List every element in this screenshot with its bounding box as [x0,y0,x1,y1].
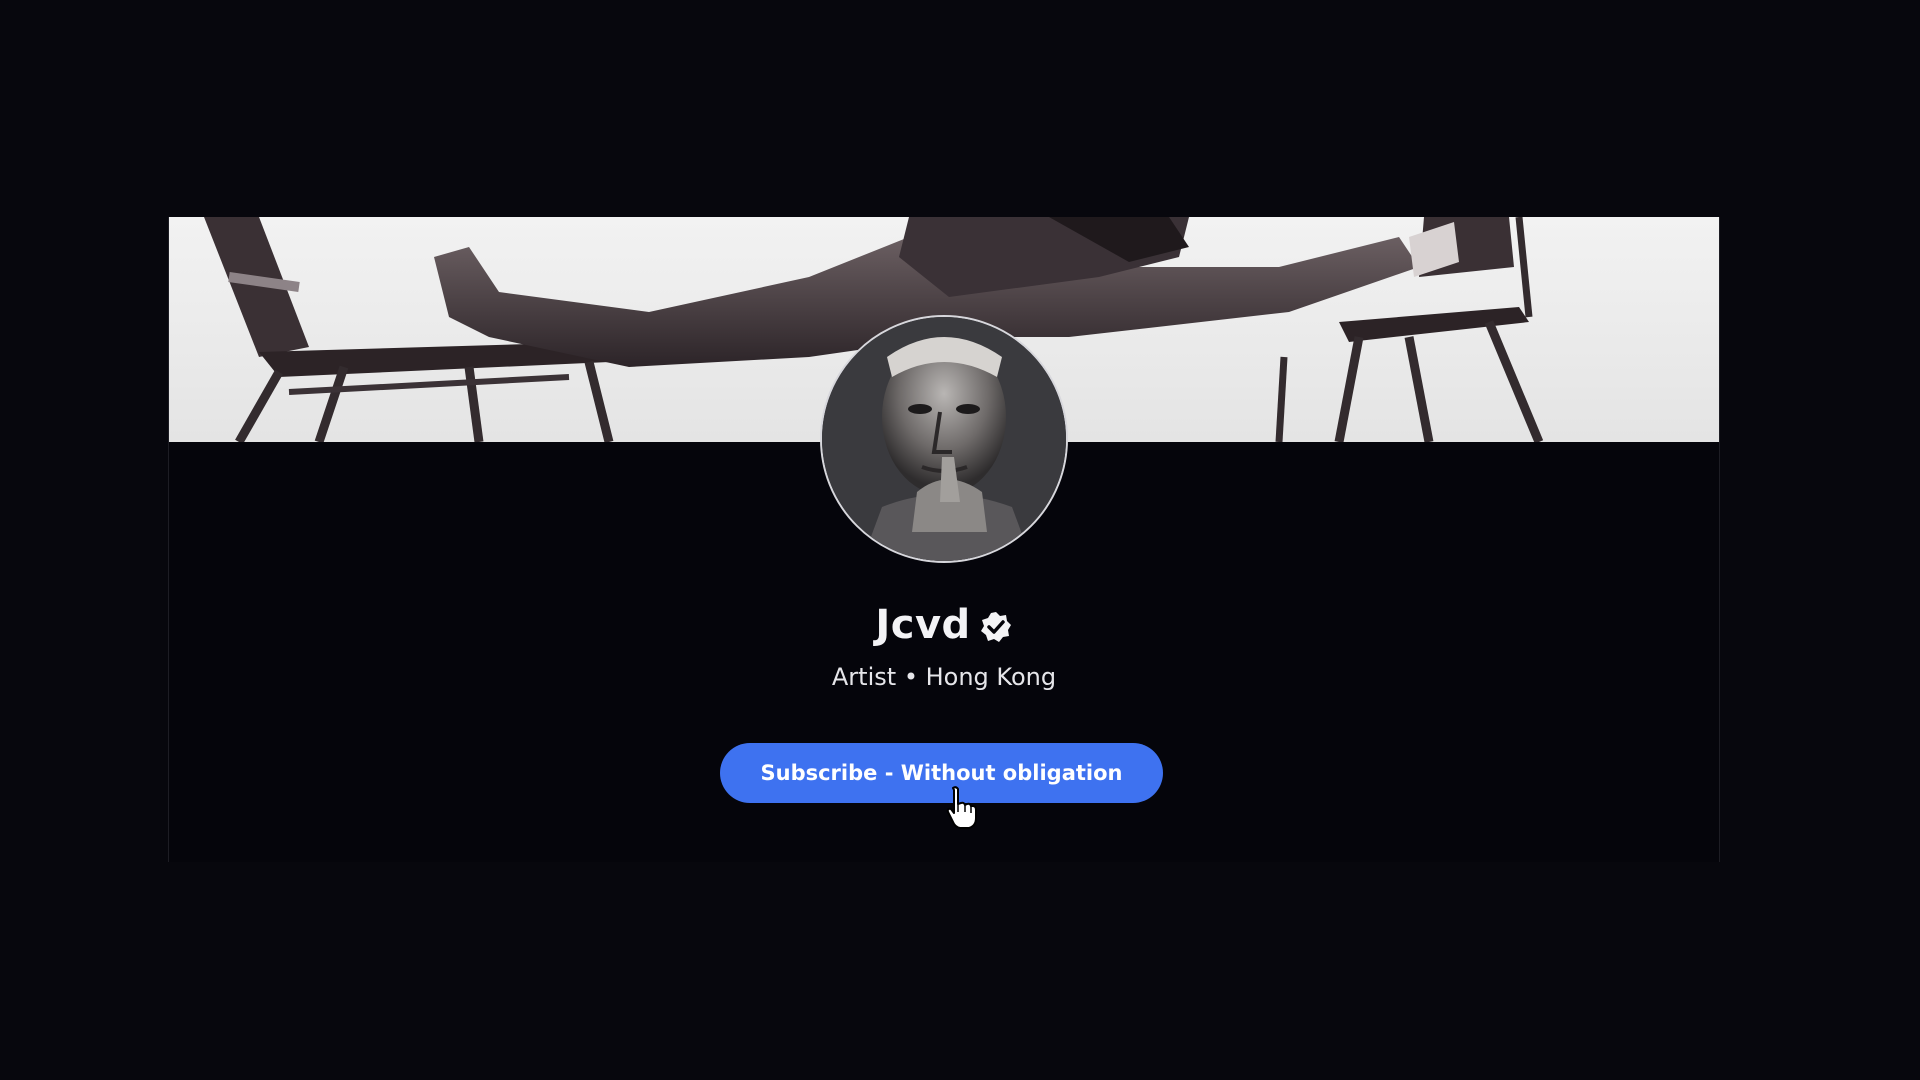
profile-location: Hong Kong [925,663,1057,691]
profile-name: Jcvd [875,602,971,648]
subscribe-button[interactable]: Subscribe - Without obligation [720,743,1163,803]
page: Jcvd Artist • Hong Kong Subscribe - With… [0,0,1920,1080]
profile-name-row: Jcvd [169,602,1719,648]
profile-subtitle: Artist • Hong Kong [169,663,1719,691]
profile-avatar[interactable] [820,315,1068,563]
hand-pointer-cursor-icon [945,786,979,830]
profile-card: Jcvd Artist • Hong Kong Subscribe - With… [168,217,1720,862]
profile-category: Artist [831,663,897,691]
verified-badge-icon [979,610,1013,644]
subtitle-separator: • [903,663,918,691]
